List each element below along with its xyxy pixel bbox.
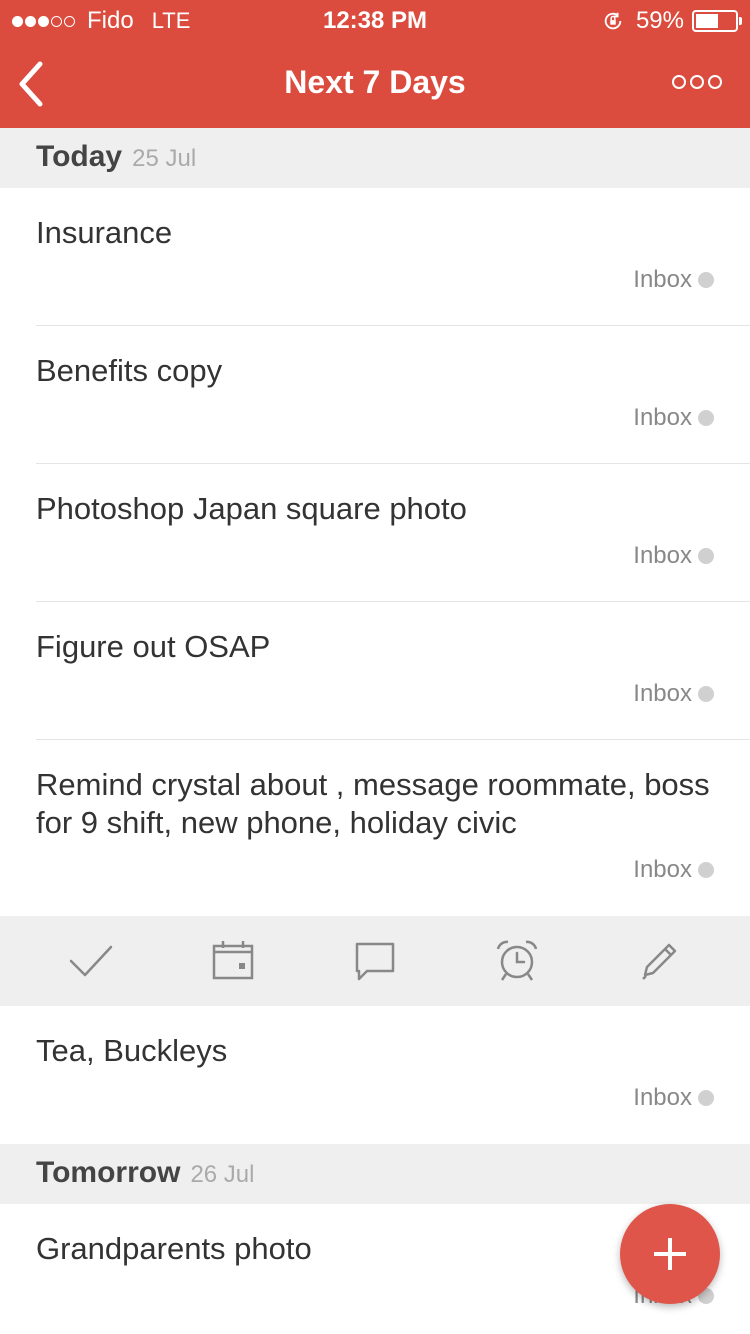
task-title: Grandparents photo (36, 1231, 312, 1266)
task-title: Tea, Buckleys (36, 1033, 228, 1068)
task-meta: Inbox (36, 398, 714, 460)
section-header-tomorrow: Tomorrow 26 Jul (0, 1144, 750, 1204)
project-label: Inbox (633, 404, 692, 431)
project-label: Inbox (633, 266, 692, 293)
section-header-today: Today 25 Jul (0, 128, 750, 188)
section-date: 25 Jul (132, 145, 197, 172)
task-meta: Inbox (36, 260, 714, 322)
section-title: Today (36, 140, 123, 173)
more-dots-icon (672, 75, 686, 89)
project-label: Inbox (633, 680, 692, 707)
alarm-clock-icon (496, 940, 538, 981)
project-label: Inbox (633, 542, 692, 569)
more-dots-icon (690, 75, 704, 89)
task-title: Insurance (36, 215, 173, 250)
project-color-dot (698, 272, 714, 288)
battery-fill (696, 14, 718, 28)
task-meta: Inbox (36, 1078, 714, 1140)
task-item[interactable]: Insurance Inbox (0, 188, 750, 326)
task-title: Benefits copy (36, 353, 223, 388)
nav-bar: Next 7 Days (0, 40, 750, 128)
task-title: Remind crystal about , message roommate,… (36, 767, 710, 840)
battery-icon (692, 10, 742, 32)
section-date: 26 Jul (190, 1161, 255, 1188)
rotation-lock-icon (604, 12, 622, 30)
status-right: 59% (602, 7, 742, 35)
edit-button[interactable] (629, 931, 689, 991)
status-bar: Fido LTE 12:38 PM 59% (0, 0, 750, 40)
project-color-dot (698, 862, 714, 878)
task-title: Figure out OSAP (36, 629, 271, 664)
more-button[interactable] (672, 72, 722, 92)
task-meta: Inbox (36, 1276, 714, 1334)
project-label: Inbox (633, 856, 692, 883)
add-task-button[interactable] (620, 1204, 720, 1304)
task-meta: Inbox (36, 536, 714, 598)
complete-button[interactable] (61, 931, 121, 991)
task-meta: Inbox (36, 850, 714, 912)
section-title: Tomorrow (36, 1156, 181, 1189)
task-item-selected[interactable]: Remind crystal about , message roommate,… (0, 740, 750, 916)
task-title: Photoshop Japan square photo (36, 491, 467, 526)
task-item[interactable]: Tea, Buckleys Inbox (0, 1006, 750, 1144)
battery-percent: 59% (635, 7, 684, 34)
checkmark-icon (69, 945, 113, 977)
page-title: Next 7 Days (284, 64, 466, 100)
project-color-dot (698, 686, 714, 702)
task-item[interactable]: Figure out OSAP Inbox (0, 602, 750, 740)
schedule-button[interactable] (203, 931, 263, 991)
comment-button[interactable] (345, 931, 405, 991)
calendar-icon (212, 941, 254, 980)
task-item[interactable]: Benefits copy Inbox (0, 326, 750, 464)
project-label: Inbox (633, 1084, 692, 1111)
reminder-button[interactable] (487, 931, 547, 991)
task-item[interactable]: Photoshop Japan square photo Inbox (0, 464, 750, 602)
comment-icon (355, 942, 395, 981)
project-color-dot (698, 1090, 714, 1106)
project-color-dot (698, 548, 714, 564)
plus-icon (654, 1238, 686, 1270)
task-meta: Inbox (36, 674, 714, 736)
pencil-icon (642, 943, 677, 980)
project-color-dot (698, 410, 714, 426)
task-action-toolbar (0, 916, 750, 1006)
more-dots-icon (708, 75, 722, 89)
task-list: Today 25 Jul Insurance Inbox Benefits co… (0, 128, 750, 1334)
